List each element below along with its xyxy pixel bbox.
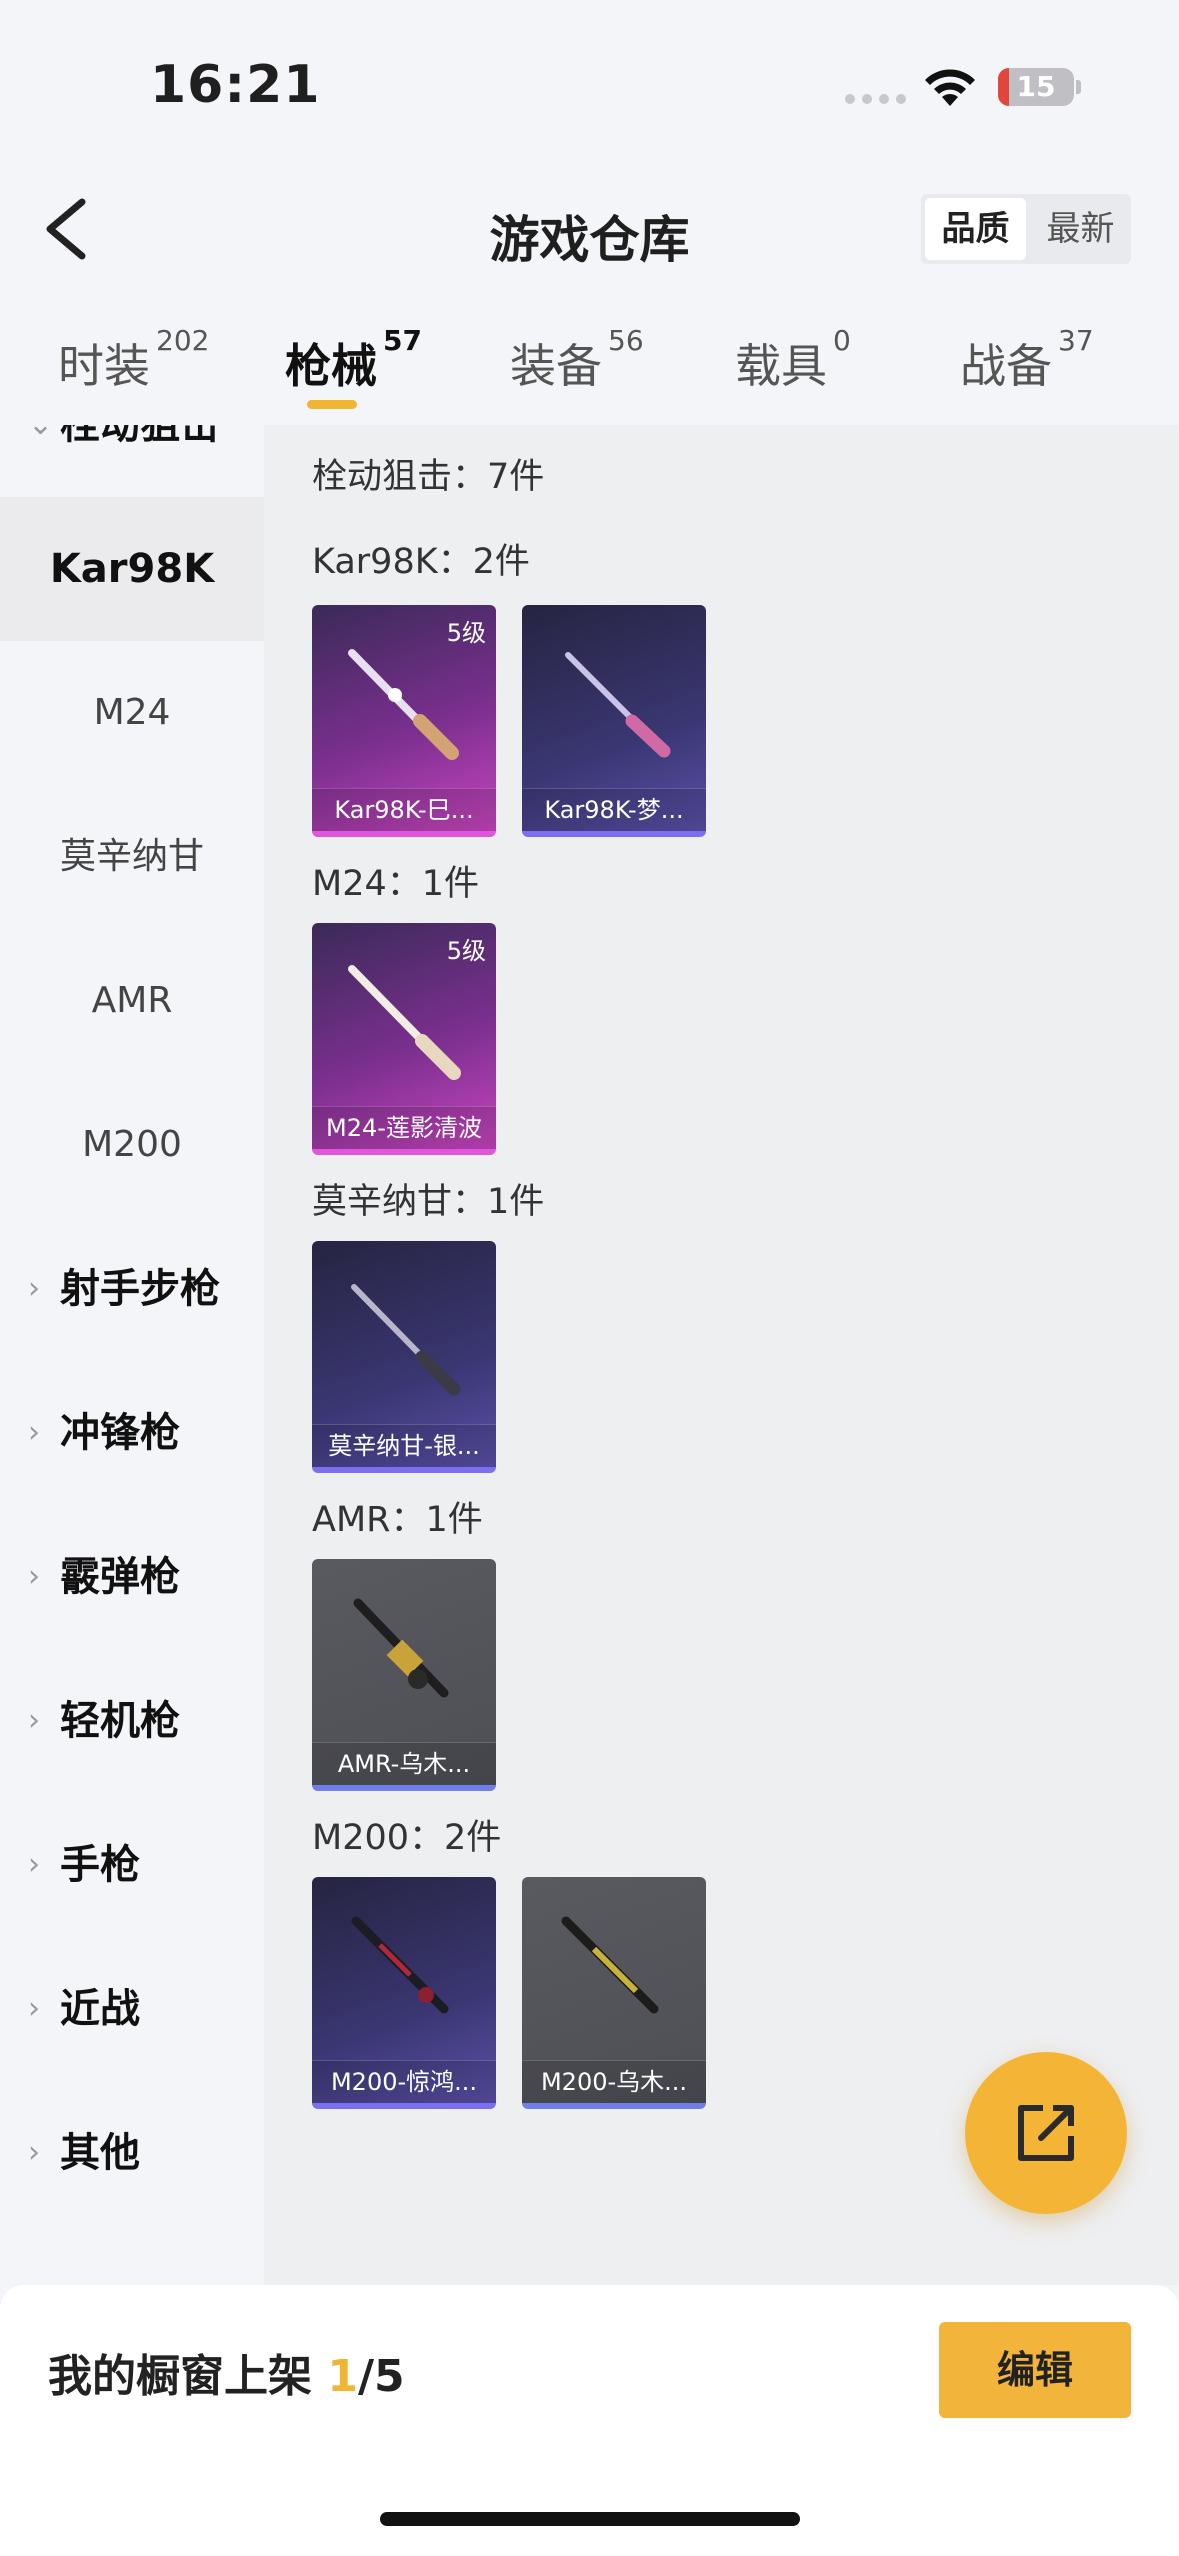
tab-label: 战备 <box>960 339 1052 393</box>
chevron-right-icon: › <box>28 1847 40 1882</box>
chevron-right-icon: › <box>28 1991 40 2026</box>
skin-card[interactable]: 莫辛纳甘-银... <box>312 1241 496 1473</box>
home-indicator[interactable] <box>380 2512 800 2526</box>
sidebar-group-other[interactable]: › 其他 <box>0 2081 264 2225</box>
sort-toggle: 品质 最新 <box>921 194 1131 264</box>
tab-fashion[interactable]: 时装 202 <box>58 324 209 396</box>
tab-firearms[interactable]: 枪械 57 <box>285 324 422 396</box>
chevron-right-icon: › <box>28 1415 40 1450</box>
tab-battle-prep[interactable]: 战备 37 <box>960 324 1094 396</box>
tab-label: 时装 <box>58 339 150 393</box>
tab-label: 装备 <box>510 339 602 393</box>
chevron-right-icon: › <box>28 1559 40 1594</box>
sidebar-group-label: 栓动狙击 <box>60 425 220 448</box>
skin-name: M200-惊鸿... <box>312 2060 496 2103</box>
edit-button[interactable]: 编辑 <box>939 2322 1131 2418</box>
sidebar-group-smg[interactable]: › 冲锋枪 <box>0 1361 264 1505</box>
tab-vehicles[interactable]: 载具 0 <box>735 324 851 396</box>
category-sidebar: ⌄ 栓动狙击 Kar98K M24 莫辛纳甘 AMR M200 › 射手步枪 › 冲… <box>0 425 264 2285</box>
section-title: M24：1件 <box>312 864 480 904</box>
skin-card[interactable]: 5级 M24-莲影清波 <box>312 923 496 1155</box>
skin-name: 莫辛纳甘-银... <box>312 1424 496 1467</box>
nav-bar: 游戏仓库 品质 最新 <box>0 170 1179 290</box>
skin-card[interactable]: 5级 Kar98K-巳... <box>312 605 496 837</box>
showcase-label: 我的橱窗上架 <box>48 2351 328 2402</box>
sidebar-group-pistol[interactable]: › 手枪 <box>0 1793 264 1937</box>
signal-icon <box>845 94 906 104</box>
status-time: 16:21 <box>150 55 321 115</box>
sidebar-group-label: 其他 <box>60 2130 140 2176</box>
tab-count: 0 <box>833 324 851 357</box>
rifle-icon <box>353 1598 449 1698</box>
skin-card[interactable]: Kar98K-梦... <box>522 605 706 837</box>
sidebar-group-label: 射手步枪 <box>60 1266 220 1312</box>
sidebar-group-lmg[interactable]: › 轻机枪 <box>0 1649 264 1793</box>
sort-quality-button[interactable]: 品质 <box>925 198 1026 260</box>
section-title: Kar98K：2件 <box>312 542 530 582</box>
battery-percent: 15 <box>1016 70 1056 103</box>
rifle-icon <box>351 1284 461 1396</box>
sidebar-group-shotgun[interactable]: › 霰弹枪 <box>0 1505 264 1649</box>
section-title: 莫辛纳甘：1件 <box>312 1182 545 1222</box>
tab-count: 57 <box>383 324 422 357</box>
rifle-icon <box>565 652 671 758</box>
skin-name: M200-乌木... <box>522 2060 706 2103</box>
sidebar-item-m24[interactable]: M24 <box>0 641 264 785</box>
chevron-right-icon: › <box>28 2135 40 2170</box>
sidebar-group-melee[interactable]: › 近战 <box>0 1937 264 2081</box>
share-external-icon <box>1018 2105 1074 2161</box>
active-tab-indicator <box>307 400 357 409</box>
sidebar-group-label: 冲锋枪 <box>60 1410 180 1456</box>
sidebar-group-label: 手枪 <box>60 1842 140 1888</box>
rifle-icon <box>348 649 459 760</box>
rifle-icon <box>351 1916 449 2014</box>
section-title: M200：2件 <box>312 1818 502 1858</box>
chevron-right-icon: › <box>28 1271 40 1306</box>
skin-name: M24-莲影清波 <box>312 1106 496 1149</box>
sidebar-item-m200[interactable]: M200 <box>0 1073 264 1217</box>
showcase-current: 1 <box>327 2351 358 2402</box>
battery-icon: 15 <box>998 68 1074 106</box>
tab-count: 37 <box>1058 324 1094 357</box>
sort-latest-button[interactable]: 最新 <box>1030 194 1131 264</box>
section-title: AMR：1件 <box>312 1500 483 1540</box>
sidebar-item-kar98k[interactable]: Kar98K <box>0 497 264 641</box>
tab-count: 56 <box>608 324 644 357</box>
skin-card[interactable]: M200-惊鸿... <box>312 1877 496 2109</box>
tab-count: 202 <box>156 324 210 357</box>
category-tabs: 时装 202 枪械 57 装备 56 载具 0 战备 37 <box>0 300 1179 420</box>
tab-label: 载具 <box>735 339 827 393</box>
sidebar-group-dmr[interactable]: › 射手步枪 <box>0 1217 264 1361</box>
skin-name: AMR-乌木... <box>312 1742 496 1785</box>
rifle-icon <box>348 965 461 1080</box>
tab-equipment[interactable]: 装备 56 <box>510 324 644 396</box>
skin-name: Kar98K-梦... <box>522 788 706 831</box>
status-bar: 16:21 15 <box>0 0 1179 150</box>
tab-label: 枪械 <box>285 339 377 393</box>
showcase-count: 我的橱窗上架 1/5 <box>48 2340 405 2404</box>
chevron-right-icon: › <box>28 1703 40 1738</box>
battery-cap <box>1076 80 1081 94</box>
share-button[interactable] <box>965 2052 1127 2214</box>
chevron-down-icon: ⌄ <box>28 425 53 497</box>
sidebar-group-bolt-action[interactable]: ⌄ 栓动狙击 <box>0 425 264 497</box>
skin-card[interactable]: M200-乌木... <box>522 1877 706 2109</box>
sidebar-group-label: 轻机枪 <box>60 1698 180 1744</box>
wifi-icon <box>925 69 975 106</box>
showcase-total: /5 <box>357 2351 405 2402</box>
category-summary: 栓动狙击：7件 <box>312 457 545 497</box>
sidebar-item-mosin[interactable]: 莫辛纳甘 <box>0 785 264 929</box>
weapon-list: 栓动狙击：7件 Kar98K：2件 5级 Kar98K-巳... Kar98K-… <box>264 425 1179 2285</box>
skin-name: Kar98K-巳... <box>312 788 496 831</box>
sidebar-item-amr[interactable]: AMR <box>0 929 264 1073</box>
rifle-icon <box>561 1916 659 2014</box>
skin-card[interactable]: AMR-乌木... <box>312 1559 496 1791</box>
sidebar-group-label: 霰弹枪 <box>60 1554 180 1600</box>
sidebar-group-label: 近战 <box>60 1986 140 2032</box>
